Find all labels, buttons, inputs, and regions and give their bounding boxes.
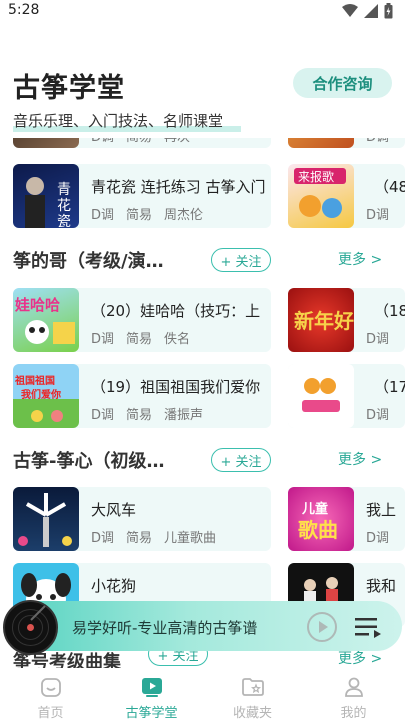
play-button[interactable] xyxy=(307,612,337,642)
svg-text:瓷: 瓷 xyxy=(57,214,71,228)
more-link[interactable]: 更多 > xyxy=(338,249,382,269)
song-title: （19）祖国祖国我们爱你 xyxy=(91,378,261,396)
song-title: 我上 xyxy=(366,501,397,519)
song-title: 大风车 xyxy=(91,501,137,519)
playlist-icon[interactable] xyxy=(355,616,381,638)
song-title: （18 xyxy=(374,302,405,320)
user-icon xyxy=(344,677,363,697)
nav-home[interactable]: 首页 xyxy=(0,669,101,724)
mini-player[interactable]: 易学好听-专业高清的古筝谱 xyxy=(0,598,405,660)
song-title: 小花狗 xyxy=(91,577,137,595)
song-title: 青花瓷 连托练习 古筝入门 xyxy=(91,178,266,196)
player-title: 易学好听-专业高清的古筝谱 xyxy=(72,619,258,637)
song-meta: D调 简易 潘振声 xyxy=(91,408,204,423)
list-item[interactable]: 新年好 （18 D调 xyxy=(288,288,405,352)
song-cover: 新年好 xyxy=(288,288,354,352)
video-play-icon xyxy=(141,678,162,697)
song-meta: D调 简易 儿童歌曲 xyxy=(91,531,217,546)
nav-label: 古筝学堂 xyxy=(125,706,178,721)
song-meta: D调 xyxy=(366,332,390,347)
status-time: 5:28 xyxy=(8,2,40,18)
svg-text:娃哈哈: 娃哈哈 xyxy=(14,296,60,314)
status-icons xyxy=(342,3,393,19)
song-title: 我和 xyxy=(366,577,397,595)
content-list[interactable]: D调简易再次 D调 青花瓷 青花瓷 连托练习 古筝入门 D调简易周杰伦 来报歌 … xyxy=(0,138,405,658)
page-title: 古筝学堂 xyxy=(13,73,125,104)
nav-favorites[interactable]: 收藏夹 xyxy=(202,669,303,724)
section-title: 古筝-筝心（初级… xyxy=(13,451,165,472)
svg-text:来报歌: 来报歌 xyxy=(298,169,334,184)
song-meta: D调 xyxy=(366,531,390,546)
song-cover xyxy=(288,364,354,428)
list-item[interactable]: （17 D调 xyxy=(288,364,405,428)
nav-guzheng-school[interactable]: 古筝学堂 xyxy=(101,669,202,724)
cooperation-button[interactable]: 合作咨询 xyxy=(293,68,392,98)
nav-label: 我的 xyxy=(340,706,367,721)
list-item[interactable]: 儿童 歌曲 我上 D调 xyxy=(288,487,405,551)
nav-mine[interactable]: 我的 xyxy=(303,669,404,724)
song-cover: 青花瓷 xyxy=(13,164,79,228)
section-title: 筝的哥（考级/演… xyxy=(13,251,164,272)
vinyl-disc-icon[interactable] xyxy=(3,600,58,655)
nav-label: 收藏夹 xyxy=(232,706,272,721)
svg-text:我们爱你: 我们爱你 xyxy=(21,388,61,401)
song-cover: 儿童 歌曲 xyxy=(288,487,354,551)
svg-text:花: 花 xyxy=(57,198,71,214)
svg-text:儿童: 儿童 xyxy=(301,501,328,517)
song-cover xyxy=(288,138,354,148)
list-item[interactable]: 祖国祖国 我们爱你 （19）祖国祖国我们爱你 D调 简易 潘振声 xyxy=(13,364,271,428)
page-subtitle: 音乐乐理、入门技法、名师课堂 xyxy=(13,112,224,130)
status-bar: 5:28 xyxy=(0,0,405,24)
list-item[interactable]: 来报歌 （48 D调 xyxy=(288,164,405,228)
song-cover: 娃哈哈 xyxy=(13,288,79,352)
song-meta: D调 简易 周杰伦 xyxy=(91,208,204,223)
song-meta: D调 xyxy=(366,208,390,223)
section-header: 古筝-筝心（初级… + 关注 更多 > xyxy=(0,447,405,477)
song-meta: D调 简易 佚名 xyxy=(91,332,191,347)
song-title: （20）娃哈哈（技巧：上 xyxy=(91,302,261,320)
svg-text:新年好: 新年好 xyxy=(294,309,354,333)
song-cover: 来报歌 xyxy=(288,164,354,228)
nav-label: 首页 xyxy=(37,706,64,721)
bottom-nav: 首页 古筝学堂 收藏夹 我的 xyxy=(0,669,405,724)
list-item[interactable]: D调 xyxy=(288,138,405,148)
song-cover xyxy=(13,487,79,551)
list-item[interactable]: 大风车 D调 简易 儿童歌曲 xyxy=(13,487,271,551)
battery-icon xyxy=(384,3,393,19)
svg-text:青: 青 xyxy=(57,182,71,198)
section-header: 筝的哥（考级/演… + 关注 更多 > xyxy=(0,247,405,277)
wifi-icon xyxy=(342,4,358,17)
song-meta: D调简易再次 xyxy=(91,138,202,145)
folder-star-icon xyxy=(241,678,264,696)
list-item[interactable]: D调简易再次 xyxy=(13,138,271,148)
song-title: （17 xyxy=(374,378,405,396)
svg-text:祖国祖国: 祖国祖国 xyxy=(14,374,55,387)
list-item[interactable]: 青花瓷 青花瓷 连托练习 古筝入门 D调 简易 周杰伦 xyxy=(13,164,271,228)
song-title: （48 xyxy=(374,178,405,196)
song-cover xyxy=(13,138,79,148)
follow-button[interactable]: + 关注 xyxy=(211,248,271,272)
list-item[interactable]: 娃哈哈 （20）娃哈哈（技巧：上 D调 简易 佚名 xyxy=(13,288,271,352)
song-meta: D调 xyxy=(366,408,390,423)
signal-icon xyxy=(364,4,378,18)
home-icon xyxy=(40,678,61,697)
header: 古筝学堂 音乐乐理、入门技法、名师课堂 合作咨询 xyxy=(0,60,405,132)
song-meta: D调 xyxy=(366,138,401,145)
follow-button[interactable]: + 关注 xyxy=(211,448,271,472)
song-cover: 祖国祖国 我们爱你 xyxy=(13,364,79,428)
more-link[interactable]: 更多 > xyxy=(338,449,382,469)
svg-text:歌曲: 歌曲 xyxy=(298,518,338,542)
